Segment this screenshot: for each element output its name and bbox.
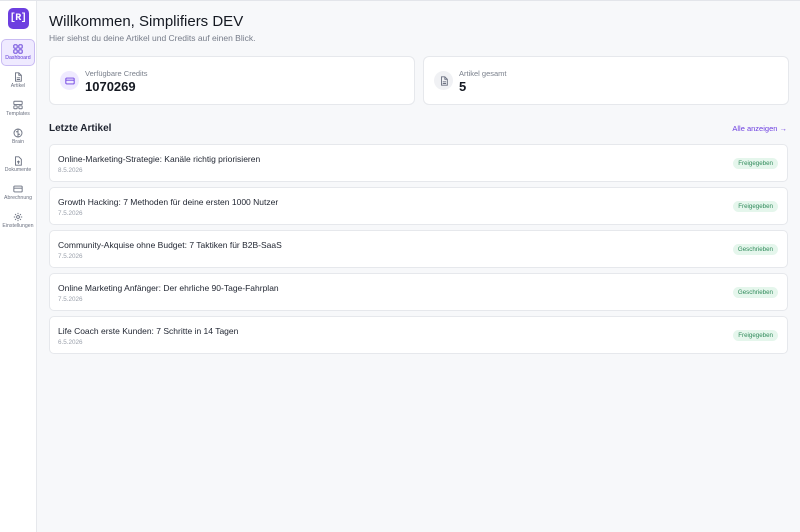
article-title: Life Coach erste Kunden: 7 Schritte in 1… [58,326,239,336]
article-title: Online-Marketing-Strategie: Kanäle richt… [58,154,261,164]
sidebar-item-templates[interactable]: Templates [1,95,35,122]
template-icon [13,100,23,110]
article-date: 7.5.2026 [58,210,83,217]
credits-value: 1070269 [85,79,136,94]
sidebar-item-einstellungen[interactable]: Einstellungen [1,207,35,234]
sidebar-item-label: Artikel [10,82,26,89]
article-title: Growth Hacking: 7 Methoden für deine ers… [58,197,279,207]
sidebar-item-label: Dashboard [5,54,31,61]
status-badge: Geschrieben [732,244,778,255]
app-logo[interactable]: [R] [7,8,29,29]
document-icon [15,72,22,82]
sidebar-item-dashboard[interactable]: Dashboard [1,39,35,66]
article-date: 8.5.2026 [58,167,83,174]
sidebar: [R] Dashboard Artikel Templates Brain Do… [0,1,37,532]
status-badge: Geschrieben [732,287,778,298]
gear-icon [13,212,23,222]
sidebar-item-label: Brain [11,138,25,145]
show-all-link[interactable]: Alle anzeigen → [732,124,787,133]
brain-icon [13,128,23,138]
articles-total-card: Artikel gesamt 5 [423,56,789,105]
page-title: Willkommen, Simplifiers DEV [49,13,244,30]
grid-icon [13,44,23,54]
document-icon [434,71,453,90]
file-upload-icon [15,156,22,166]
sidebar-item-label: Einstellungen [2,222,34,229]
article-row[interactable]: Online Marketing Anfänger: Der ehrliche … [49,273,788,311]
article-title: Community-Akquise ohne Budget: 7 Taktike… [58,240,282,250]
credit-card-icon [13,185,23,193]
article-row[interactable]: Community-Akquise ohne Budget: 7 Taktike… [49,230,788,268]
sidebar-item-label: Dokumente [4,166,32,173]
sidebar-item-abrechnung[interactable]: Abrechnung [1,179,35,206]
article-row[interactable]: Online-Marketing-Strategie: Kanäle richt… [49,144,788,182]
page-subtitle: Hier siehst du deine Artikel und Credits… [49,33,256,43]
article-date: 6.5.2026 [58,339,83,346]
sidebar-nav: Dashboard Artikel Templates Brain Dokume… [0,39,36,235]
articles-total-label: Artikel gesamt [459,69,507,78]
sidebar-item-dokumente[interactable]: Dokumente [1,151,35,178]
article-title: Online Marketing Anfänger: Der ehrliche … [58,283,279,293]
status-badge: Freigegeben [733,330,778,341]
article-row[interactable]: Growth Hacking: 7 Methoden für deine ers… [49,187,788,225]
status-badge: Freigegeben [733,158,778,169]
article-date: 7.5.2026 [58,296,83,303]
article-row[interactable]: Life Coach erste Kunden: 7 Schritte in 1… [49,316,788,354]
status-badge: Freigegeben [733,201,778,212]
credit-card-icon [60,71,79,90]
sidebar-item-label: Templates [6,110,30,117]
article-date: 7.5.2026 [58,253,83,260]
credits-card: Verfügbare Credits 1070269 [49,56,415,105]
sidebar-item-artikel[interactable]: Artikel [1,67,35,94]
sidebar-item-label: Abrechnung [4,194,32,201]
articles-total-value: 5 [459,79,467,94]
sidebar-item-brain[interactable]: Brain [1,123,35,150]
recent-articles-heading: Letzte Artikel [49,123,112,134]
credits-label: Verfügbare Credits [85,69,148,78]
